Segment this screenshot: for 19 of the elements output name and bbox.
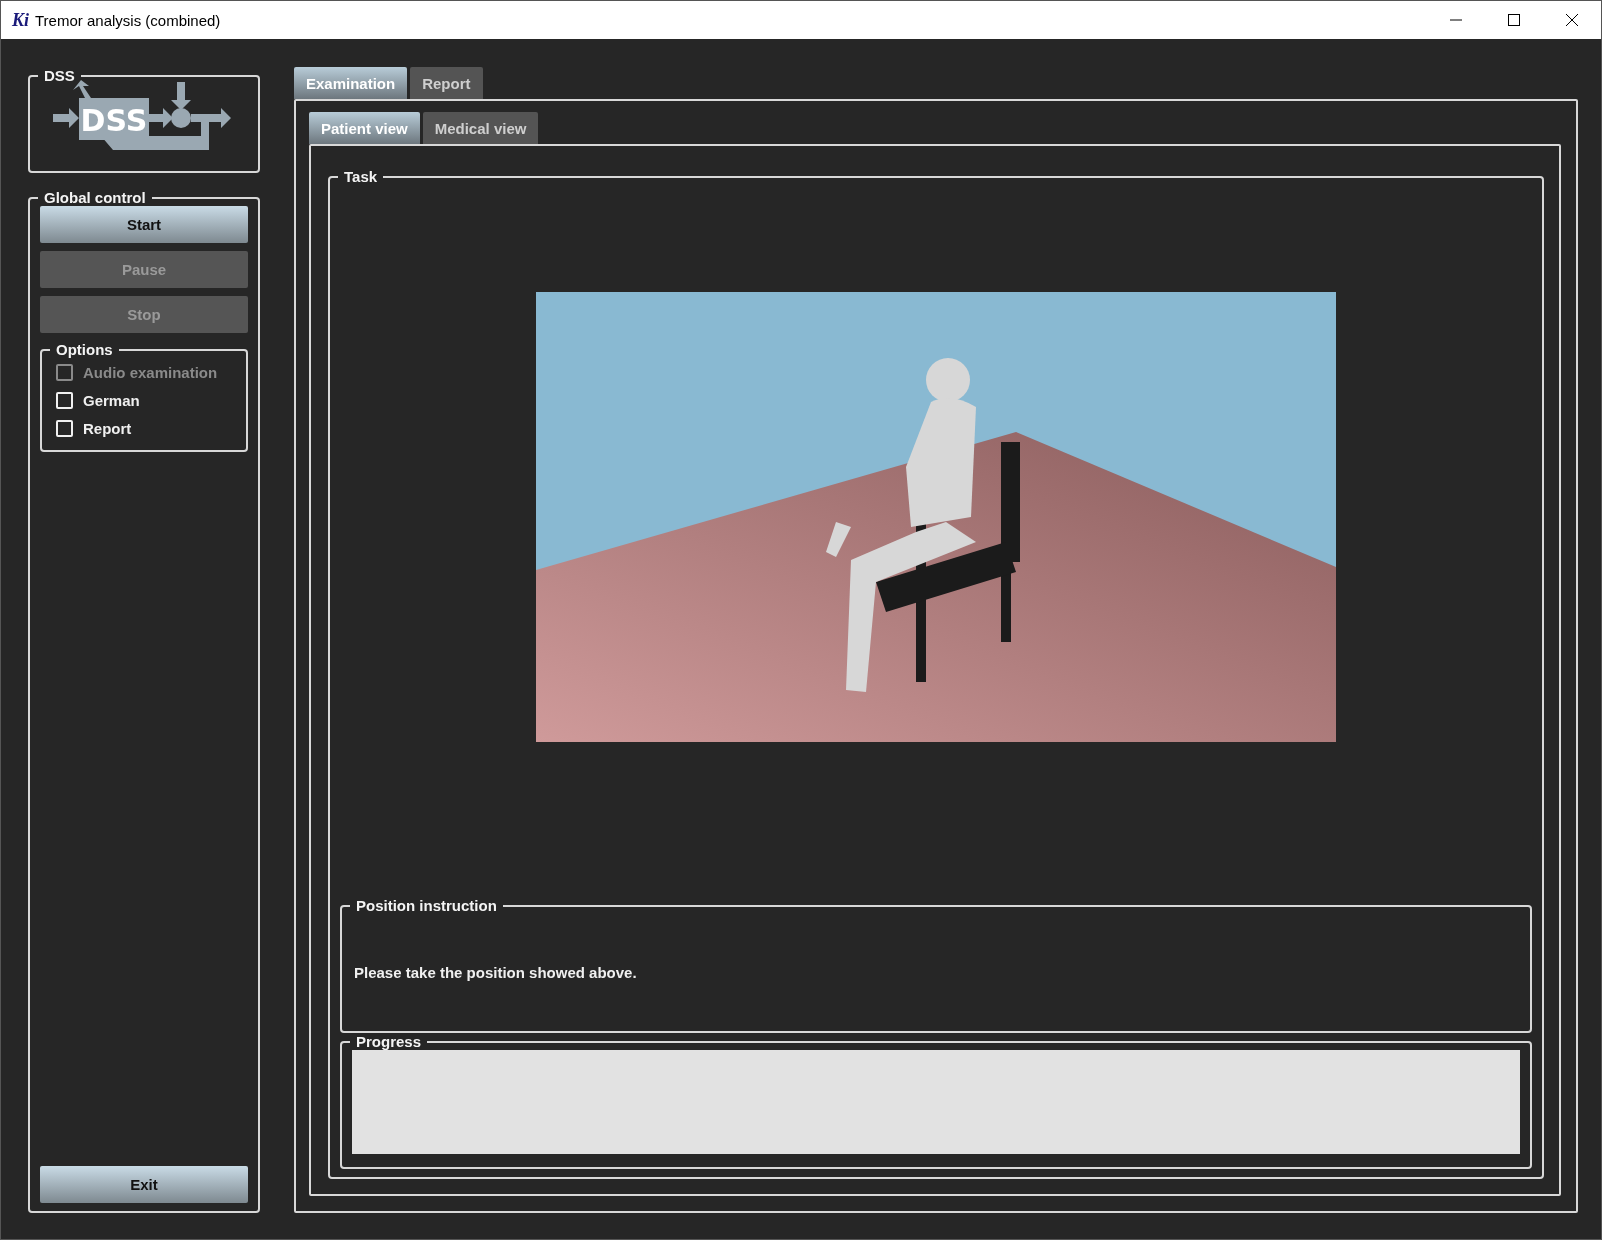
tab[interactable]: Patient view [309,112,420,144]
instruction-text: Please take the position showed above. [354,964,638,981]
checkbox-label: Report [83,419,132,437]
group-title: Task [343,168,379,185]
action-button[interactable]: Start [40,206,248,243]
maximize-icon [1507,13,1521,27]
checkbox-label: German [83,391,140,409]
group-title: Options [55,341,114,358]
checkbox-label: Audio examination [83,363,218,381]
tab[interactable]: Report [410,67,483,99]
window-title: Tremor analysis (combined) [35,11,221,29]
exit-button[interactable]: Exit [40,1166,248,1203]
group-title: Progress [355,1033,423,1050]
tab[interactable]: Medical view [422,112,539,144]
group-title: Position instruction [355,897,498,914]
tab[interactable]: Examination [294,67,408,99]
close-icon [1565,13,1579,27]
group-title: Global control [43,189,147,206]
app-icon: Ki [12,9,29,31]
